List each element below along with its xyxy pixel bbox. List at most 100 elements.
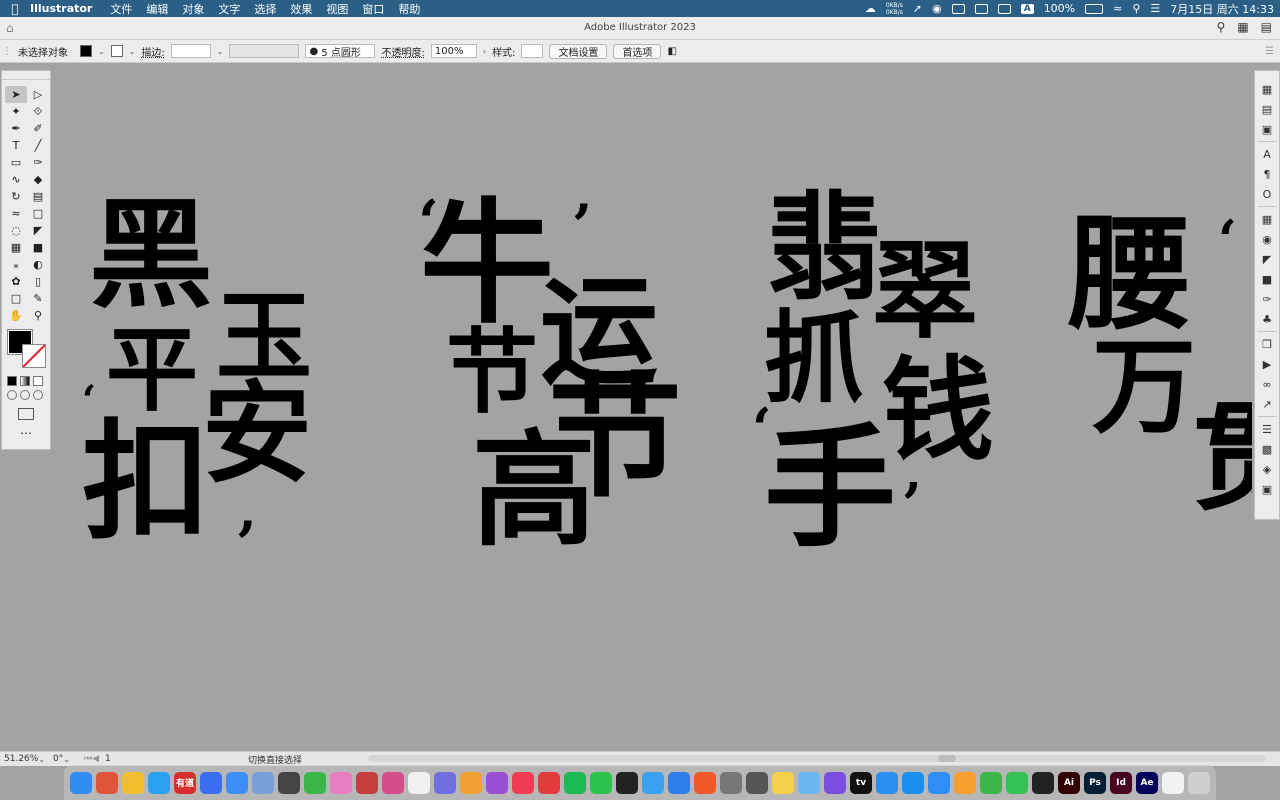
none-mode-icon[interactable] [33,376,43,386]
shaper-tool-icon[interactable]: ∿ [5,171,27,188]
menu-type[interactable]: 文字 [218,1,240,17]
arrange-documents-icon[interactable]: ◧ [667,46,676,57]
dock-app-apple-tv-icon[interactable]: tv [850,771,872,794]
dock-app-qq-icon[interactable] [616,771,638,794]
dock-app-imovie-icon[interactable] [824,771,846,794]
stroke-label[interactable]: 描边: [141,44,164,59]
spotlight-search-icon[interactable]: ⚲ [1132,2,1140,15]
color-guide-panel-icon[interactable]: ◉ [1262,229,1272,249]
perspective-grid-tool-icon[interactable]: ◤ [27,222,49,239]
rotate-tool-icon[interactable]: ↻ [5,188,27,205]
menu-select[interactable]: 选择 [254,1,276,17]
slice-tool-icon[interactable]: ✎ [27,290,49,307]
clock[interactable]: 7月15日 周六 14:33 [1170,1,1274,17]
control-center-icon[interactable]: ☰ [1150,2,1160,15]
workspace-menu-icon[interactable]: ▤ [1261,20,1272,34]
shape-builder-tool-icon[interactable]: ◌ [5,222,27,239]
symbol-sprayer-tool-icon[interactable]: ✿ [5,273,27,290]
artwork-glyph[interactable]: 黑 [89,196,213,314]
search-icon[interactable]: ⚲ [1217,20,1226,34]
graphic-style-picker[interactable] [521,44,544,58]
dock-app-indesign-icon[interactable]: Id [1110,771,1132,794]
dock-app-app2-icon[interactable] [252,771,274,794]
dock-app-preferences-icon[interactable] [720,771,742,794]
screen-mode-icon[interactable] [18,408,34,420]
panel-options-icon[interactable]: ☰ [1265,46,1274,57]
zoom-level[interactable]: 51.26% [4,754,38,764]
dock-app-document-icon[interactable] [1162,771,1184,794]
artwork-glyph[interactable]: 翡 [766,191,882,307]
menu-app-name[interactable]: Illustrator [30,2,92,15]
dock-app-keynote-icon[interactable] [928,771,950,794]
dock-app-facetime-icon[interactable] [1006,771,1028,794]
mesh-tool-icon[interactable]: ▦ [5,239,27,256]
zoom-dropdown-icon[interactable]: ⌄ [38,755,45,764]
libraries-panel-icon[interactable]: ▩ [1262,439,1272,459]
line-tool-icon[interactable]: ╱ [27,137,49,154]
transparency-panel-icon[interactable]: ◤ [1263,249,1271,269]
dock-app-app3-icon[interactable] [382,771,404,794]
dock-app-spotify-icon[interactable] [564,771,586,794]
menu-window[interactable]: 窗口 [362,1,384,17]
opacity-dropdown-icon[interactable]: › [483,47,486,56]
variable-width-profile[interactable] [229,44,300,58]
align-panel-icon[interactable]: ▤ [1262,99,1272,119]
artboard-tool-icon[interactable]: □ [5,290,27,307]
screen-icon[interactable] [951,3,965,14]
artwork-glyph[interactable]: 抓 [764,309,864,409]
dock-app-app7-icon[interactable] [694,771,716,794]
dock-app-photoshop-icon[interactable]: Ps [1084,771,1106,794]
dock-app-launchpad-icon[interactable] [96,771,118,794]
input-method-badge[interactable]: A [1020,3,1034,14]
actions-panel-icon[interactable]: ▶ [1263,354,1271,374]
dock-app-downloads-icon[interactable] [434,771,456,794]
apple-icon[interactable]:  [0,2,30,16]
artwork-glyph[interactable]: 腰 [1068,213,1192,337]
artwork-glyph[interactable]: 翠 [872,239,978,345]
rotation-dropdown-icon[interactable]: ⌄ [63,755,70,764]
opentype-panel-icon[interactable]: O [1263,184,1272,204]
dock-app-safari-icon[interactable] [148,771,170,794]
stroke-weight-field[interactable] [170,44,211,58]
artwork-glyph[interactable]: 手 [764,423,896,555]
menu-file[interactable]: 文件 [110,1,132,17]
dock-app-final-cut-icon[interactable] [1032,771,1054,794]
document-setup-button[interactable]: 文档设置 [549,43,608,59]
direct-selection-tool-icon[interactable]: ▷ [27,86,49,103]
menu-effect[interactable]: 效果 [290,1,312,17]
dock-app-app5-icon[interactable] [642,771,664,794]
draw-behind-icon[interactable] [20,390,30,400]
dock-app-notes-icon[interactable] [772,771,794,794]
wechat-tray-icon[interactable]: ◉ [932,2,942,15]
first-artboard-icon[interactable]: ⏮ [84,754,92,764]
tools-panel-grip[interactable] [2,71,50,80]
dock-app---icon[interactable]: 有道 [174,771,196,794]
artwork-glyph[interactable]: 高 [472,429,596,553]
opacity-label[interactable]: 不透明度: [381,44,424,59]
edit-toolbar-icon[interactable]: ⋯ [2,426,50,440]
hand-tool-icon[interactable]: ✋ [5,307,27,324]
artwork-glyph[interactable]: 万 [1092,335,1196,439]
selection-tool-icon[interactable]: ➤ [5,86,27,103]
warp-tool-icon[interactable]: ≈ [5,205,27,222]
dock-app-finder-icon[interactable] [70,771,92,794]
rectangle-tool-icon[interactable]: ▭ [5,154,27,171]
stroke-weight-dropdown-icon[interactable]: ⌄ [217,47,224,56]
appearance-panel-icon[interactable]: ❐ [1262,334,1272,354]
swatches-panel-icon[interactable]: ▦ [1262,209,1272,229]
artwork-glyph[interactable]: 钱 [882,355,994,467]
properties-panel-icon[interactable]: ☰ [1262,419,1272,439]
artwork-glyph[interactable]: 平 [106,325,198,417]
artboards-panel-icon[interactable]: ▣ [1262,479,1272,499]
dock-app-pages-icon[interactable] [954,771,976,794]
menu-extra-icon[interactable] [997,3,1011,14]
dock-app-app-store-icon[interactable] [902,771,924,794]
brush-definition[interactable]: ● 5 点圆形 [305,44,376,59]
color-mode-icon[interactable] [7,376,17,386]
dock-app-wechat-icon[interactable] [590,771,612,794]
dock-app-podcasts-icon[interactable] [486,771,508,794]
menu-help[interactable]: 帮助 [398,1,420,17]
draw-normal-icon[interactable] [7,390,17,400]
layers-panel-icon[interactable]: ◈ [1263,459,1271,479]
artwork-glyph[interactable]: 安 [202,379,312,489]
